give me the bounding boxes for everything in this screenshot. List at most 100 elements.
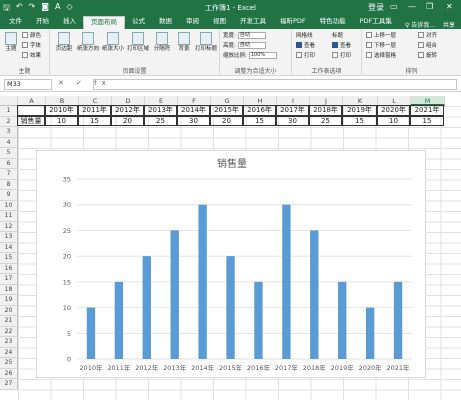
table-cell[interactable]: 10 [377, 115, 410, 126]
row-header-19[interactable]: 19 [0, 295, 18, 306]
fonts-button[interactable]: 字体 [22, 41, 41, 49]
size-button[interactable]: 纸张大小 [102, 32, 124, 53]
row-header-16[interactable]: 16 [0, 263, 18, 274]
sales-chart[interactable]: 销售量 0 5 10 15 20 25 30 35 2010年 2011年 2012年 2013年 201… [36, 150, 426, 378]
tab-developer[interactable]: 开发工具 [233, 16, 273, 29]
name-box[interactable]: M33 [4, 79, 52, 90]
table-cell[interactable]: 2021年 [410, 105, 444, 116]
table-cell[interactable]: 2014年 [177, 105, 210, 116]
table-cell[interactable]: 15 [342, 115, 377, 126]
row-header-18[interactable]: 18 [0, 284, 18, 295]
table-cell[interactable]: 25 [144, 115, 177, 126]
headings-view-checkbox[interactable]: 查看 [332, 41, 351, 49]
table-cell[interactable]: 2010年 [45, 105, 78, 116]
row-header-2[interactable]: 2 [0, 116, 18, 127]
table-cell[interactable]: 25 [309, 115, 342, 126]
row-header-11[interactable]: 11 [0, 211, 18, 222]
row-header-6[interactable]: 6 [0, 158, 18, 169]
table-cell[interactable]: 20 [111, 115, 144, 126]
bring-forward-button[interactable]: 上移一层 [366, 31, 396, 39]
tab-formulas[interactable]: 公式 [125, 16, 152, 29]
row-header-9[interactable]: 9 [0, 190, 18, 201]
table-cell[interactable]: 2017年 [276, 105, 309, 116]
table-cell[interactable]: 2020年 [377, 105, 410, 116]
formula-input[interactable] [93, 79, 457, 90]
row-header-22[interactable]: 22 [0, 326, 18, 337]
scale-control[interactable]: 缩放比例: 100% [223, 51, 277, 59]
row-header-10[interactable]: 10 [0, 200, 18, 211]
table-cell[interactable]: 2019年 [342, 105, 377, 116]
tab-home[interactable]: 开始 [29, 16, 56, 29]
gridlines-print-checkbox[interactable]: 打印 [296, 51, 315, 59]
table-cell[interactable] [17, 105, 45, 116]
row-header-13[interactable]: 13 [0, 232, 18, 243]
row-header-4[interactable]: 4 [0, 137, 18, 148]
height-control[interactable]: 高度: 自动 [223, 41, 266, 49]
headings-print-checkbox[interactable]: 打印 [332, 51, 351, 59]
row-header-27[interactable]: 27 [0, 379, 18, 390]
breaks-button[interactable]: 分隔符 [152, 32, 172, 53]
row-header-5[interactable]: 5 [0, 148, 18, 159]
row-header-14[interactable]: 14 [0, 242, 18, 253]
signin-link[interactable]: 登录 [368, 2, 384, 13]
background-button[interactable]: 背景 [175, 32, 193, 53]
minimize-icon[interactable]: — [408, 2, 416, 11]
select-all-corner[interactable] [0, 96, 18, 106]
tab-file[interactable]: 文件 [2, 16, 29, 29]
tell-me-search[interactable]: ♀ 告诉我... [405, 20, 435, 29]
row-header-23[interactable]: 23 [0, 337, 18, 348]
row-header-24[interactable]: 24 [0, 347, 18, 358]
tab-special[interactable]: 特色功能 [313, 16, 353, 29]
table-cell[interactable]: 30 [276, 115, 309, 126]
send-backward-button[interactable]: 下移一层 [366, 41, 396, 49]
table-cell[interactable]: 销售量 [17, 115, 45, 126]
table-cell[interactable]: 30 [177, 115, 210, 126]
table-cell[interactable]: 2011年 [78, 105, 111, 116]
tab-page-layout[interactable]: 页面布局 [83, 16, 125, 29]
table-cell[interactable]: 15 [243, 115, 276, 126]
effects-button[interactable]: 效果 [22, 51, 41, 59]
table-cell[interactable]: 20 [210, 115, 243, 126]
row-header-25[interactable]: 25 [0, 358, 18, 369]
tab-data[interactable]: 数据 [152, 16, 179, 29]
tab-review[interactable]: 审阅 [179, 16, 206, 29]
align-button[interactable]: 对齐 [418, 31, 437, 39]
row-header-26[interactable]: 26 [0, 368, 18, 379]
restore-icon[interactable]: ❐ [426, 2, 433, 11]
width-control[interactable]: 宽度: 自动 [223, 31, 266, 39]
ribbon-display-icon[interactable]: ▭ [390, 2, 398, 11]
tab-foxit-pdf[interactable]: 福昕PDF [273, 16, 313, 29]
print-area-button[interactable]: 打印区域 [127, 32, 149, 53]
margins-button[interactable]: 页边距 [54, 32, 74, 53]
table-cell[interactable]: 10 [45, 115, 78, 126]
tab-pdf-tools[interactable]: PDF工具集 [353, 16, 399, 29]
row-header-8[interactable]: 8 [0, 179, 18, 190]
themes-button[interactable]: 主题 [2, 32, 20, 53]
table-cell[interactable]: 2016年 [243, 105, 276, 116]
table-cell[interactable]: 2013年 [144, 105, 177, 116]
table-cell[interactable]: 2012年 [111, 105, 144, 116]
table-cell[interactable]: 2018年 [309, 105, 342, 116]
row-header-12[interactable]: 12 [0, 221, 18, 232]
row-header-1[interactable]: 1 [0, 106, 18, 117]
table-cell[interactable]: 2015年 [210, 105, 243, 116]
row-header-7[interactable]: 7 [0, 169, 18, 180]
colors-button[interactable]: 颜色 [22, 31, 41, 39]
table-cell[interactable]: 15 [410, 115, 444, 126]
tab-view[interactable]: 视图 [206, 16, 233, 29]
row-header-21[interactable]: 21 [0, 316, 18, 327]
close-icon[interactable]: ✕ [446, 2, 453, 11]
tab-insert[interactable]: 插入 [56, 16, 83, 29]
rotate-button[interactable]: 旋转 [418, 51, 437, 59]
gridlines-view-checkbox[interactable]: 查看 [296, 41, 315, 49]
row-header-3[interactable]: 3 [0, 127, 18, 138]
group-button[interactable]: 组合 [418, 41, 437, 49]
selection-pane-button[interactable]: 选择窗格 [366, 51, 396, 59]
row-header-20[interactable]: 20 [0, 305, 18, 316]
table-cell[interactable]: 15 [78, 115, 111, 126]
row-header-15[interactable]: 15 [0, 253, 18, 264]
orientation-button[interactable]: 纸张方向 [77, 32, 99, 53]
share-button[interactable]: 共享 [443, 20, 455, 29]
print-titles-button[interactable]: 打印标题 [195, 32, 217, 53]
row-header-17[interactable]: 17 [0, 274, 18, 285]
